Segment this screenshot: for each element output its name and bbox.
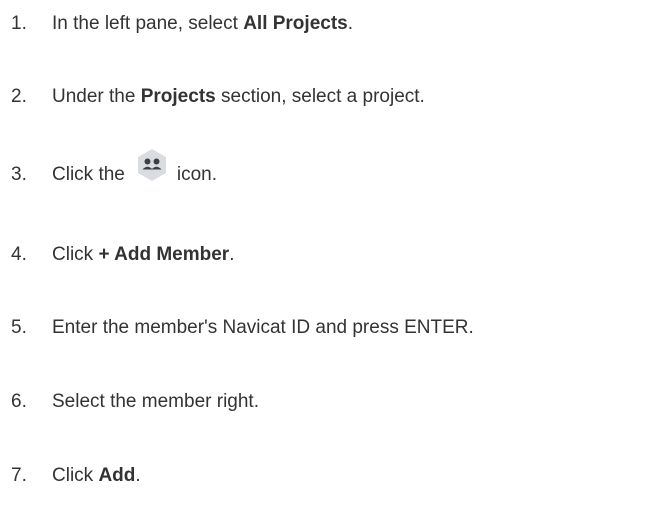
step-text: Click + Add Member.: [52, 244, 235, 265]
step-text: Enter the member's Navicat ID and press …: [52, 317, 474, 338]
step-number: 4.: [11, 244, 27, 265]
step-number: 2.: [11, 86, 27, 107]
step-text: Select the member right.: [52, 391, 259, 412]
step-4: 4. Click + Add Member.: [0, 240, 234, 270]
step-number: 6.: [11, 391, 27, 412]
step-number: 5.: [11, 317, 27, 338]
step-6: 6. Select the member right.: [0, 387, 259, 417]
step-number: 3.: [11, 164, 27, 185]
step-3: 3. Click the icon.: [0, 149, 217, 192]
step-text: Under the Projects section, select a pro…: [52, 86, 425, 107]
step-text: Click the icon.: [52, 149, 217, 192]
step-number: 1.: [11, 13, 27, 34]
members-icon: [135, 148, 169, 182]
step-text: Click Add.: [52, 465, 141, 486]
step-text: In the left pane, select All Projects.: [52, 13, 354, 34]
step-7: 7. Click Add.: [0, 461, 141, 491]
step-5: 5. Enter the member's Navicat ID and pre…: [0, 313, 474, 343]
step-number: 7.: [11, 465, 27, 486]
step-2: 2. Under the Projects section, select a …: [0, 82, 425, 112]
step-1: 1. In the left pane, select All Projects…: [0, 9, 353, 39]
